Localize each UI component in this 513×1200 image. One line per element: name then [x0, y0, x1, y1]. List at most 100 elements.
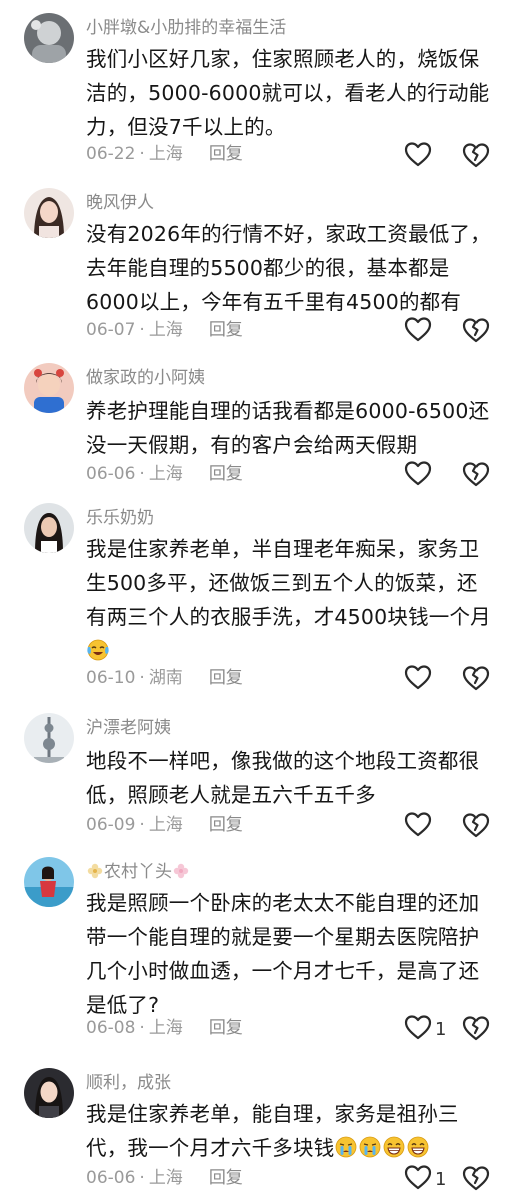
comment-text: 我是照顾一个卧床的老太太不能自理的还加带一个能自理的就是要一个星期去医院陪护几个…: [86, 886, 496, 1022]
reply-button[interactable]: 回复: [209, 668, 243, 688]
comment-location: 湖南: [148, 668, 183, 688]
broken-heart-icon: [462, 143, 490, 173]
avatar[interactable]: [24, 13, 74, 63]
reply-button[interactable]: 回复: [209, 320, 243, 340]
username[interactable]: 晚风伊人: [86, 191, 154, 215]
comment-text-content: 我是住家养老单，半自理老年痴呆，家务卫生500多平，还做饭三到五个人的饭菜，还有…: [86, 537, 491, 629]
comment-date: 06-10: [86, 668, 136, 688]
broken-heart-icon: [462, 666, 490, 696]
username-text: 农村丫头: [104, 862, 172, 882]
crying-emoji-icon: [334, 1136, 358, 1160]
dislike-button[interactable]: [462, 1014, 490, 1044]
username[interactable]: 乐乐奶奶: [86, 506, 154, 530]
heart-outline-icon: [404, 811, 432, 841]
avatar[interactable]: [24, 503, 74, 553]
reply-button[interactable]: 回复: [209, 815, 243, 835]
comment-text-content: 养老护理能自理的话我看都是6000-6500还没一天假期，有的客户会给两天假期: [86, 399, 490, 457]
crying-emoji-icon: [358, 1136, 382, 1160]
comment-text: 我是住家养老单，半自理老年痴呆，家务卫生500多平，还做饭三到五个人的饭菜，还有…: [86, 532, 496, 668]
avatar[interactable]: [24, 363, 74, 413]
heart-outline-icon: [404, 460, 432, 490]
comment-meta: 06-06 · 上海 回复: [86, 1166, 243, 1190]
like-button[interactable]: [404, 811, 435, 841]
like-count: 1: [435, 1018, 447, 1040]
comment-location: 上海: [148, 320, 183, 340]
like-button[interactable]: 1: [404, 1014, 446, 1044]
heart-outline-icon: [404, 316, 432, 346]
comment-meta: 06-10 · 湖南 回复: [86, 666, 243, 690]
like-button[interactable]: [404, 664, 435, 694]
comment-location: 上海: [148, 815, 183, 835]
like-button[interactable]: [404, 141, 435, 171]
comment-date: 06-07: [86, 320, 136, 340]
avatar[interactable]: [24, 857, 74, 907]
comment-text: 养老护理能自理的话我看都是6000-6500还没一天假期，有的客户会给两天假期: [86, 394, 496, 462]
comment-meta: 06-22 · 上海 回复: [86, 142, 243, 166]
comment-date: 06-22: [86, 144, 136, 164]
comment-text: 没有2026年的行情不好，家政工资最低了，去年能自理的5500都少的很，基本都是…: [86, 217, 496, 319]
broken-heart-icon: [462, 813, 490, 843]
meta-separator: ·: [139, 320, 145, 340]
comment-location: 上海: [148, 1168, 183, 1188]
dislike-button[interactable]: [462, 664, 490, 694]
comment-text-content: 我是照顾一个卧床的老太太不能自理的还加带一个能自理的就是要一个星期去医院陪护几个…: [86, 891, 480, 1017]
dislike-button[interactable]: [462, 1164, 490, 1194]
reply-button[interactable]: 回复: [209, 144, 243, 164]
comment-actions: [390, 664, 500, 694]
comment-text-content: 地段不一样吧，像我做的这个地段工资都很低，照顾老人就是五六千五千多: [86, 749, 480, 807]
username[interactable]: 小胖墩&小肋排的幸福生活: [86, 16, 286, 40]
meta-separator: ·: [139, 815, 145, 835]
heart-outline-icon: [404, 1014, 432, 1044]
like-button[interactable]: [404, 460, 435, 490]
meta-separator: ·: [139, 1018, 145, 1038]
meta-separator: ·: [139, 1168, 145, 1188]
avatar[interactable]: [24, 1068, 74, 1118]
username[interactable]: 顺利，成张: [86, 1071, 171, 1095]
comment-actions: 1: [390, 1164, 500, 1194]
comment-text-content: 没有2026年的行情不好，家政工资最低了，去年能自理的5500都少的很，基本都是…: [86, 222, 491, 314]
comment-actions: [390, 141, 500, 171]
comment-text: 地段不一样吧，像我做的这个地段工资都很低，照顾老人就是五六千五千多: [86, 744, 496, 812]
reply-button[interactable]: 回复: [209, 1168, 243, 1188]
comment-text-content: 我们小区好几家，住家照顾老人的，烧饭保洁的，5000-6000就可以，看老人的行…: [86, 47, 490, 139]
comment-date: 06-09: [86, 815, 136, 835]
reply-button[interactable]: 回复: [209, 1018, 243, 1038]
username[interactable]: 农村丫头: [86, 860, 190, 884]
avatar[interactable]: [24, 188, 74, 238]
comment-meta: 06-09 · 上海 回复: [86, 813, 243, 837]
reply-button[interactable]: 回复: [209, 464, 243, 484]
like-button[interactable]: [404, 316, 435, 346]
comment-location: 上海: [148, 1018, 183, 1038]
comment-actions: [390, 811, 500, 841]
comment-meta: 06-08 · 上海 回复: [86, 1016, 243, 1040]
heart-outline-icon: [404, 141, 432, 171]
dislike-button[interactable]: [462, 460, 490, 490]
comment-location: 上海: [148, 144, 183, 164]
avatar[interactable]: [24, 713, 74, 763]
like-button[interactable]: 1: [404, 1164, 446, 1194]
dislike-button[interactable]: [462, 316, 490, 346]
comment-date: 06-08: [86, 1018, 136, 1038]
like-count: 1: [435, 1168, 447, 1190]
grin-emoji-icon: [406, 1136, 430, 1160]
username[interactable]: 做家政的小阿姨: [86, 366, 205, 390]
comment-text: 我们小区好几家，住家照顾老人的，烧饭保洁的，5000-6000就可以，看老人的行…: [86, 42, 496, 144]
comment-location: 上海: [148, 464, 183, 484]
dislike-button[interactable]: [462, 811, 490, 841]
comment-text: 我是住家养老单，能自理，家务是祖孙三代，我一个月才六千多块钱: [86, 1097, 496, 1165]
meta-separator: ·: [139, 144, 145, 164]
comment-actions: [390, 460, 500, 490]
comment-actions: [390, 316, 500, 346]
broken-heart-icon: [462, 318, 490, 348]
heart-outline-icon: [404, 1164, 432, 1194]
broken-heart-icon: [462, 1016, 490, 1046]
comment-meta: 06-06 · 上海 回复: [86, 462, 243, 486]
grin-emoji-icon: [382, 1136, 406, 1160]
flower-icon: [172, 862, 190, 882]
comment-actions: 1: [390, 1014, 500, 1044]
broken-heart-icon: [462, 462, 490, 492]
comment-date: 06-06: [86, 464, 136, 484]
username[interactable]: 沪漂老阿姨: [86, 716, 171, 740]
dislike-button[interactable]: [462, 141, 490, 171]
meta-separator: ·: [139, 464, 145, 484]
